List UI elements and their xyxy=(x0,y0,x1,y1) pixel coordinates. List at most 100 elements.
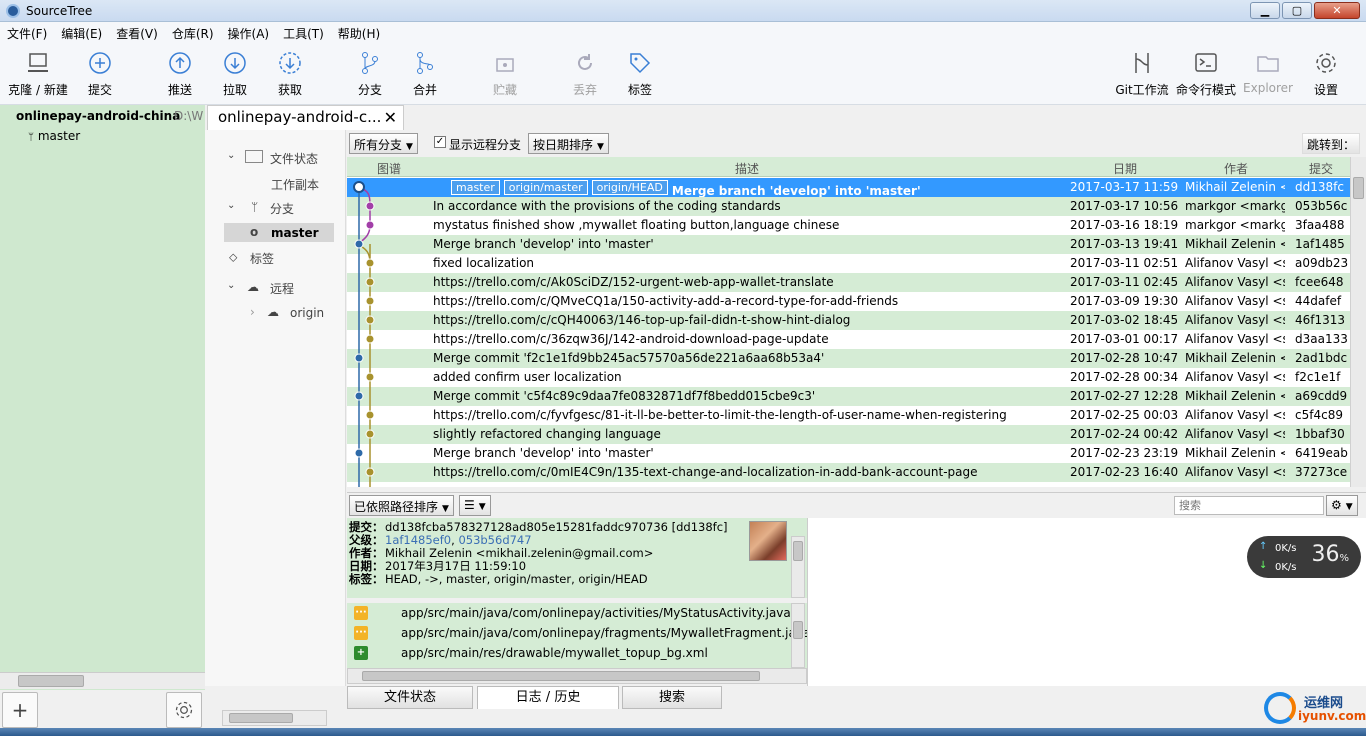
commit-row[interactable]: added confirm user localization 2017-02-2… xyxy=(347,368,1350,387)
commit-row[interactable]: https://trello.com/c/QMveCQ1a/150-activi… xyxy=(347,292,1350,311)
col-author[interactable]: 作者 xyxy=(1224,160,1248,177)
merge-button[interactable]: 合并 xyxy=(395,51,455,98)
minimize-button[interactable]: ▁ xyxy=(1250,2,1280,19)
discard-button[interactable]: 丢弃 xyxy=(555,51,615,98)
menu-actions[interactable]: 操作(A) xyxy=(221,22,277,45)
list-mode-dropdown[interactable]: ☰ ▼ xyxy=(459,495,491,516)
nav-hscrollbar[interactable] xyxy=(222,710,327,726)
commit-row[interactable]: Merge commit 'f2c1e1fd9bb245ac57570a56de… xyxy=(347,349,1350,368)
commit-row[interactable]: In accordance with the provisions of the… xyxy=(347,197,1350,216)
files-vscrollbar[interactable] xyxy=(791,603,805,668)
col-commit[interactable]: 提交 xyxy=(1309,160,1333,177)
fetch-button[interactable]: 获取 xyxy=(260,51,320,98)
commit-row[interactable]: mystatus finished show ,mywallet floatin… xyxy=(347,216,1350,235)
file-sort-dropdown[interactable]: 已依照路径排序 ▼ xyxy=(349,495,454,516)
commit-row[interactable]: https://trello.com/c/0mIE4C9n/135-text-c… xyxy=(347,463,1350,482)
sidebar-settings-button[interactable] xyxy=(166,692,202,728)
commit-row[interactable]: master origin/master origin/HEAD Merge bran… xyxy=(347,178,1350,197)
commit-row[interactable]: Merge commit 'c5f4c89c9daa7fe0832871df7f… xyxy=(347,387,1350,406)
search-input[interactable] xyxy=(1174,496,1324,515)
sidebar-scroll-thumb[interactable] xyxy=(18,675,84,687)
close-button[interactable]: ✕ xyxy=(1314,2,1360,19)
close-tab-icon[interactable]: ✕ xyxy=(384,108,397,127)
repo-name[interactable]: onlinepay-android-china xyxy=(16,109,180,123)
commit-row[interactable]: https://trello.com/c/fyvfgesc/81-it-ll-b… xyxy=(347,406,1350,425)
tag-button[interactable]: 标签 xyxy=(610,51,670,98)
repo-tab-title: onlinepay-android-c... xyxy=(218,108,382,126)
commit-list-vscrollbar[interactable] xyxy=(1350,157,1366,487)
commit-row[interactable]: Merge branch 'develop' into 'master' 2017… xyxy=(347,444,1350,463)
push-button[interactable]: 推送 xyxy=(150,51,210,98)
chevron-down-icon[interactable]: ⌄ xyxy=(227,150,235,161)
nav-remote-origin[interactable]: origin xyxy=(290,306,324,320)
branch-button[interactable]: 分支 xyxy=(340,51,400,98)
commit-date: 2017-03-17 11:59 xyxy=(1070,180,1179,194)
tab-file-status[interactable]: 文件状态 xyxy=(347,686,473,709)
parent-link-2[interactable]: 053b56d747 xyxy=(458,533,531,547)
nav-remotes[interactable]: 远程 xyxy=(270,280,294,297)
terminal-button[interactable]: 命令行模式 xyxy=(1176,51,1236,98)
settings-button[interactable]: 设置 xyxy=(1296,51,1356,98)
branch-ref-badge[interactable]: origin/master xyxy=(503,180,588,195)
chevron-down-icon[interactable]: ⌄ xyxy=(227,280,235,291)
commit-author: Alifanov Vasyl <s xyxy=(1185,294,1285,308)
branch-filter-dropdown[interactable]: 所有分支 ▼ xyxy=(349,133,418,154)
commit-row[interactable]: https://trello.com/c/36zqw36J/142-androi… xyxy=(347,330,1350,349)
col-graph[interactable]: 图谱 xyxy=(377,160,401,177)
gitflow-button[interactable]: Git工作流 xyxy=(1112,51,1172,98)
nav-branch-master[interactable]: master xyxy=(271,226,319,240)
chevron-right-icon[interactable]: › xyxy=(250,305,255,319)
jump-to-button[interactable]: 跳转到： xyxy=(1302,133,1361,154)
repo-tab[interactable]: onlinepay-android-c... ✕ xyxy=(207,105,404,130)
files-scroll-thumb[interactable] xyxy=(793,621,803,639)
nav-file-status[interactable]: 文件状态 xyxy=(270,150,318,167)
stash-button[interactable]: 贮藏 xyxy=(475,51,535,98)
commit-row[interactable]: https://trello.com/c/Ak0SciDZ/152-urgent… xyxy=(347,273,1350,292)
nav-branches[interactable]: 分支 xyxy=(270,200,294,217)
col-date[interactable]: 日期 xyxy=(1113,160,1137,177)
parent-link-1[interactable]: 1af1485ef0 xyxy=(385,533,451,547)
sidebar-hscrollbar[interactable] xyxy=(0,672,205,689)
caret-down-icon: ▼ xyxy=(1345,502,1353,512)
branch-ref-badge[interactable]: origin/HEAD xyxy=(591,180,668,195)
menu-help[interactable]: 帮助(H) xyxy=(331,22,387,45)
branch-ref-badge[interactable]: master xyxy=(451,180,500,195)
changed-file-row[interactable]: ··· app/src/main/java/com/onlinepay/activ… xyxy=(347,604,791,624)
pull-button[interactable]: 拉取 xyxy=(205,51,265,98)
graph-node xyxy=(365,277,375,287)
detail-vscrollbar[interactable] xyxy=(791,536,805,598)
detail-scroll-thumb[interactable] xyxy=(793,541,803,561)
commit-row[interactable]: Merge branch 'develop' into 'master' 2017… xyxy=(347,235,1350,254)
files-hscroll-thumb[interactable] xyxy=(362,671,760,681)
col-desc[interactable]: 描述 xyxy=(735,160,759,177)
nav-tags[interactable]: 标签 xyxy=(250,250,274,267)
lower-settings-dropdown[interactable]: ⚙ ▼ xyxy=(1326,495,1358,516)
commit-row[interactable]: https://trello.com/c/cQH40063/146-top-up… xyxy=(347,311,1350,330)
tab-search[interactable]: 搜索 xyxy=(622,686,722,709)
download-arrow-icon: ↓ xyxy=(1259,560,1268,571)
show-remote-checkbox[interactable]: ✓ xyxy=(434,136,446,148)
menu-view[interactable]: 查看(V) xyxy=(109,22,165,45)
clone-button[interactable]: 克隆 / 新建 xyxy=(8,51,68,98)
menu-tools[interactable]: 工具(T) xyxy=(276,22,331,45)
add-repo-button[interactable]: + xyxy=(2,692,38,728)
commit-button[interactable]: 提交 xyxy=(70,51,130,98)
commit-row[interactable]: fixed localization 2017-03-11 02:51 Alifan… xyxy=(347,254,1350,273)
nav-scroll-thumb[interactable] xyxy=(229,713,293,723)
changed-file-row[interactable]: + app/src/main/res/drawable/mywallet_topu… xyxy=(347,644,787,664)
sidebar-branch-master[interactable]: ᛘ master xyxy=(28,129,80,143)
changed-file-row[interactable]: ··· app/src/main/java/com/onlinepay/fragm… xyxy=(347,624,810,644)
menu-repository[interactable]: 仓库(R) xyxy=(165,22,221,45)
files-hscrollbar[interactable] xyxy=(347,668,807,684)
commit-row[interactable]: slightly refactored changing language 201… xyxy=(347,425,1350,444)
chevron-down-icon[interactable]: ⌄ xyxy=(227,200,235,211)
commit-date: 2017-02-24 00:42 xyxy=(1070,427,1179,441)
tab-log-history[interactable]: 日志 / 历史 xyxy=(477,686,619,709)
menu-file[interactable]: 文件(F) xyxy=(0,22,54,45)
maximize-button[interactable]: ▢ xyxy=(1282,2,1312,19)
commit-scroll-thumb[interactable] xyxy=(1353,177,1364,199)
menu-edit[interactable]: 编辑(E) xyxy=(54,22,109,45)
sort-dropdown[interactable]: 按日期排序 ▼ xyxy=(528,133,609,154)
nav-working-copy[interactable]: 工作副本 xyxy=(271,176,319,193)
explorer-button[interactable]: Explorer xyxy=(1238,51,1298,95)
